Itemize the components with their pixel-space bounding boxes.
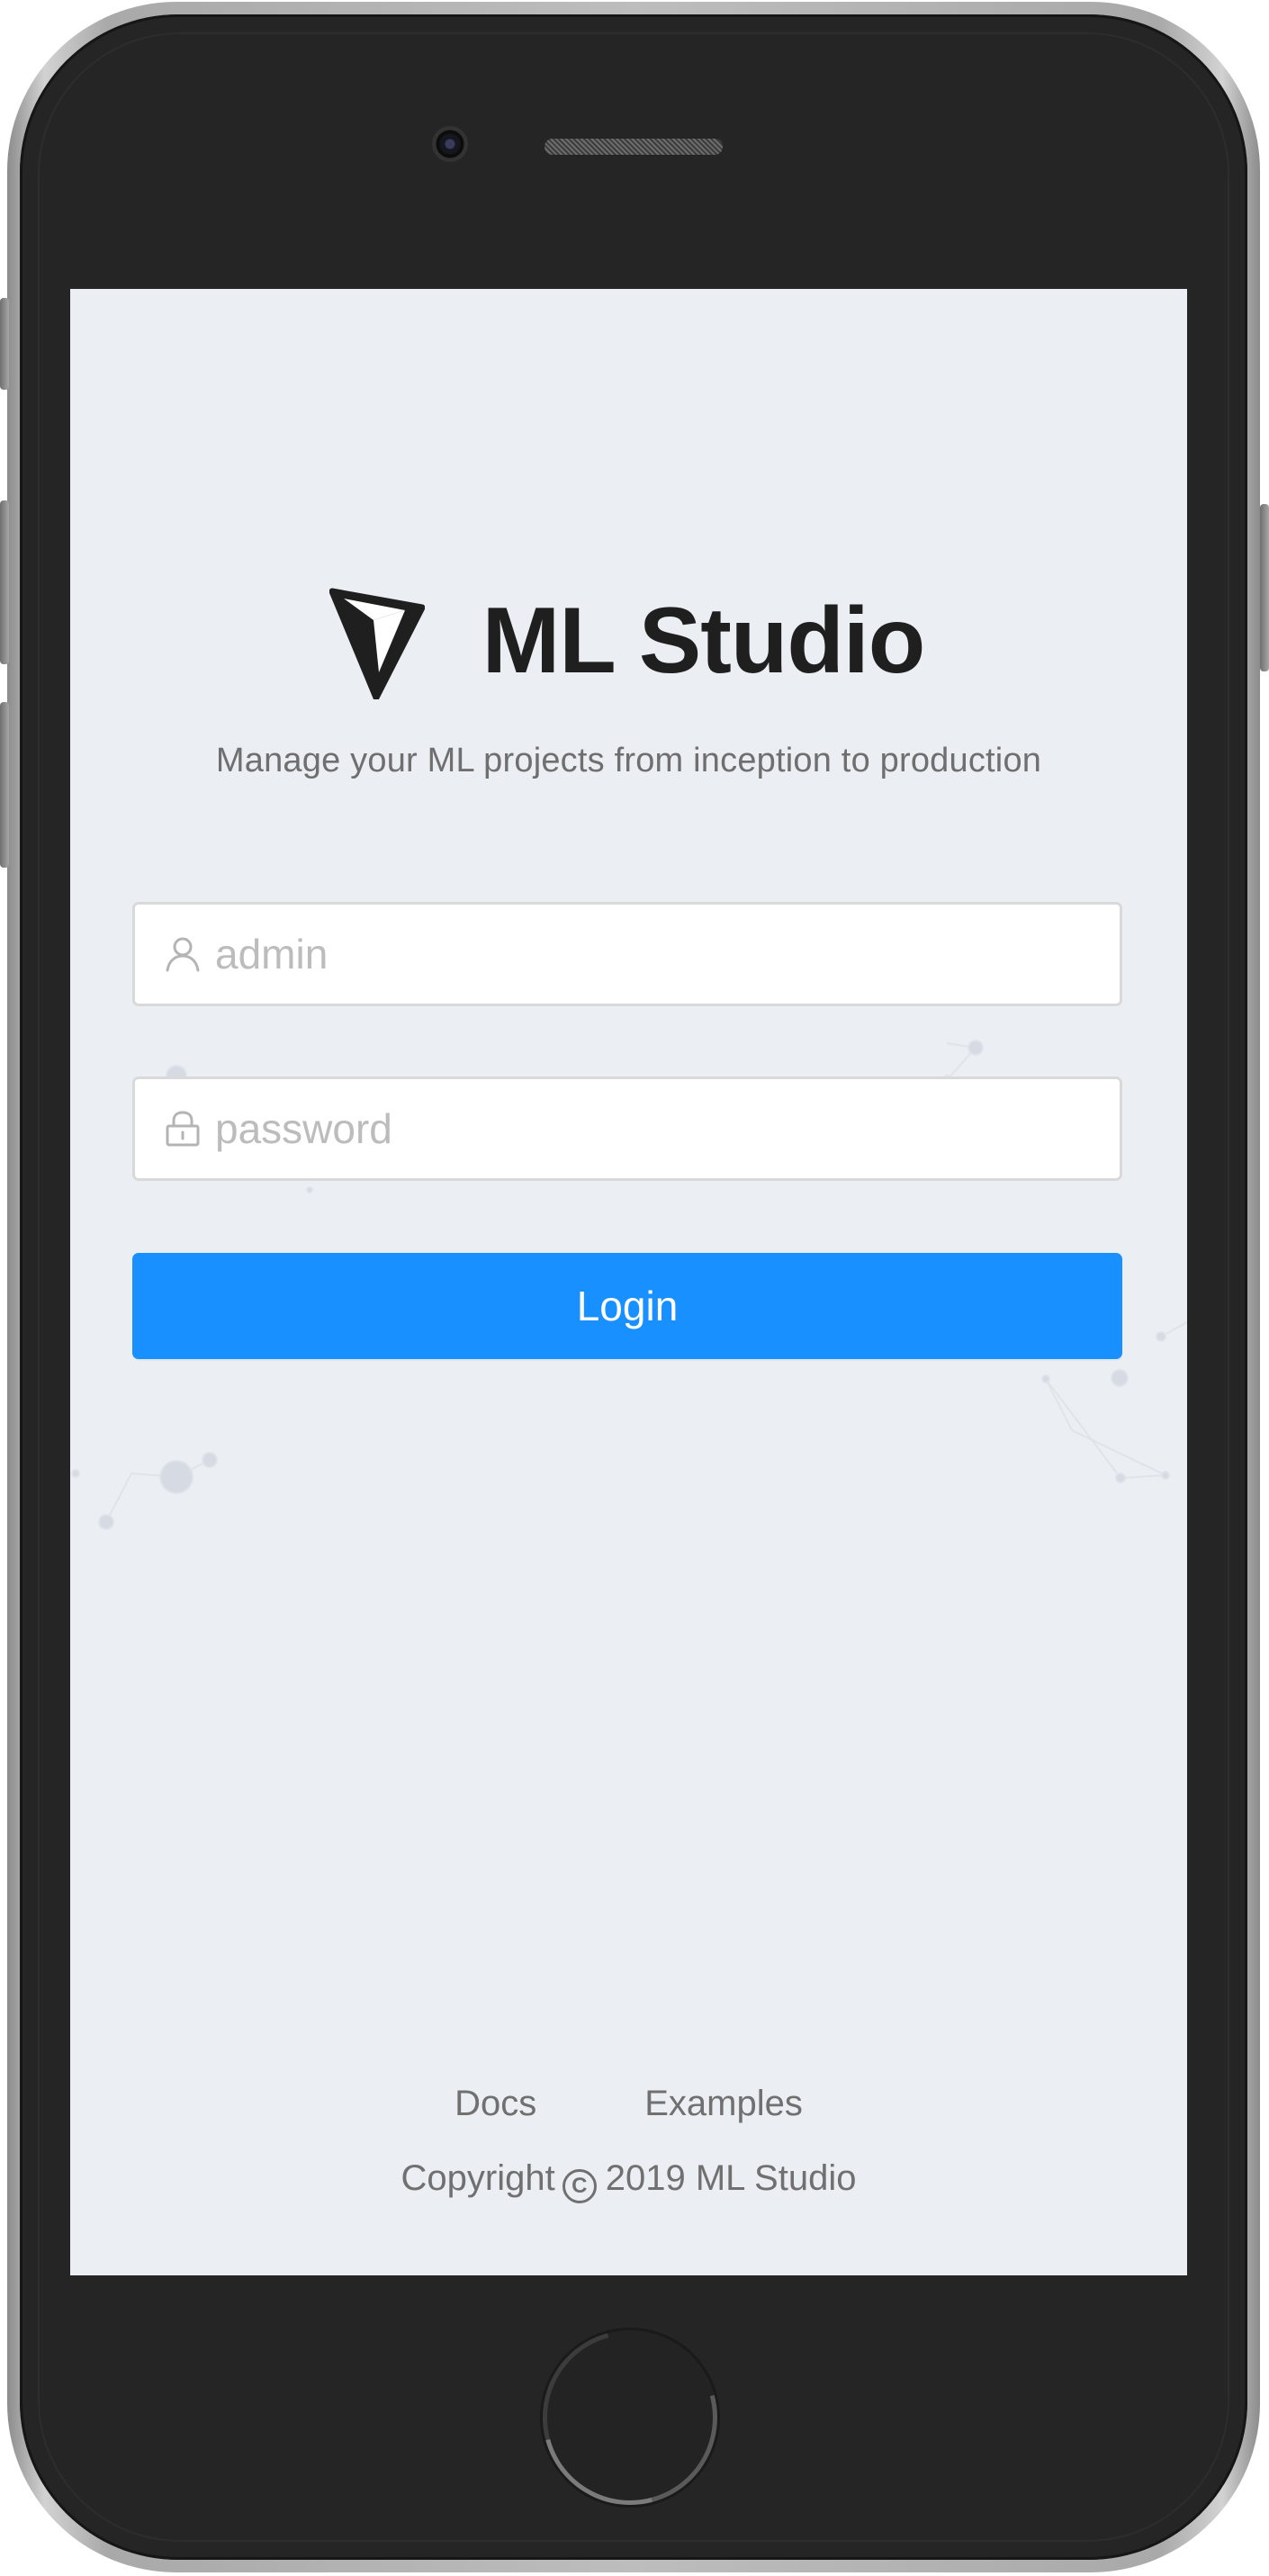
username-input[interactable] — [215, 927, 1120, 981]
copyright-prefix: Copyright — [400, 2158, 555, 2198]
copyright-icon: C — [562, 2169, 597, 2203]
brand-header: ML Studio — [70, 582, 1187, 699]
front-camera — [432, 126, 468, 162]
password-input[interactable] — [215, 1102, 1120, 1156]
login-button[interactable]: Login — [132, 1253, 1122, 1359]
user-icon — [166, 937, 200, 972]
power-button — [1260, 504, 1269, 671]
earpiece-speaker — [544, 138, 724, 156]
password-field[interactable] — [132, 1076, 1122, 1181]
app-title: ML Studio — [482, 588, 926, 693]
side-switch — [0, 298, 9, 390]
docs-link[interactable]: Docs — [454, 2084, 536, 2124]
app-tagline: Manage your ML projects from inception t… — [215, 742, 1042, 779]
copyright-suffix: 2019 ML Studio — [605, 2158, 857, 2198]
volume-down-button — [0, 702, 9, 868]
diamond-logo-icon — [328, 588, 425, 699]
login-screen: ML Studio Manage your ML projects from i… — [70, 289, 1187, 2275]
examples-link[interactable]: Examples — [644, 2084, 803, 2124]
username-field[interactable] — [132, 902, 1122, 1006]
home-button[interactable] — [543, 2330, 717, 2505]
lock-icon — [166, 1111, 200, 1147]
copyright-text: Copyright C 2019 ML Studio — [70, 2158, 1187, 2203]
volume-up-button — [0, 500, 9, 664]
footer-links: Docs Examples — [70, 2084, 1187, 2124]
